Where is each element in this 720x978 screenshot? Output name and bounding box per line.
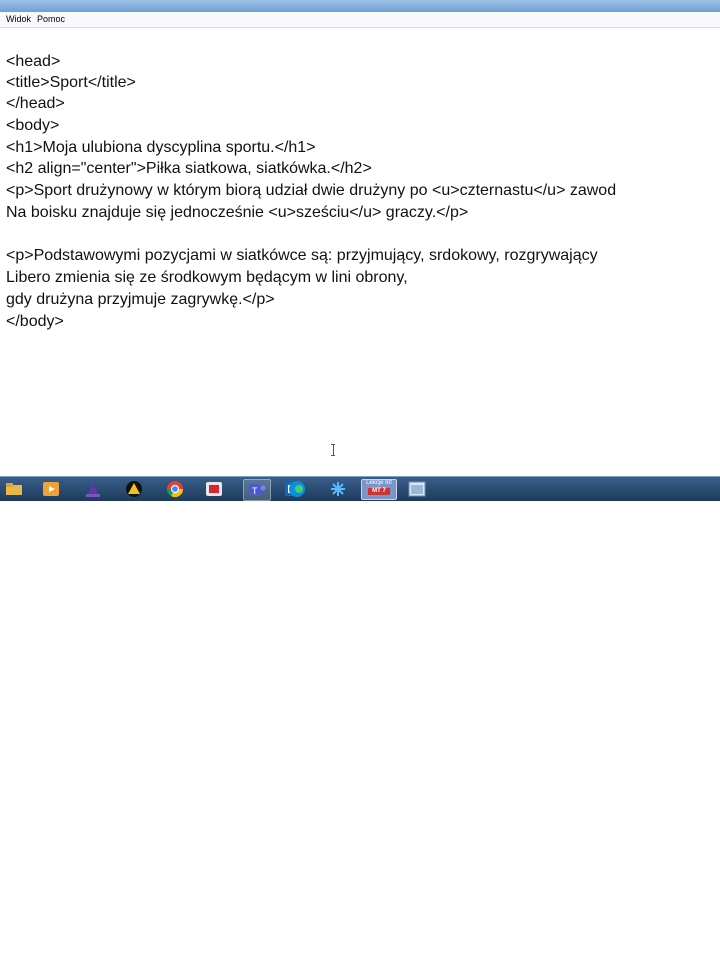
editor-line: </head> [6, 95, 65, 112]
teams-icon[interactable]: T [243, 479, 271, 501]
media-app-icon[interactable] [201, 479, 227, 499]
taskbar-badge[interactable]: Lekcje Inf MT 7 [361, 479, 397, 500]
editor-line: <body> [6, 117, 60, 134]
editor-line: <p>Sport drużynowy w którym biorą udział… [6, 182, 617, 199]
wizard-icon[interactable] [80, 479, 106, 499]
taskbar: T [0, 476, 720, 969]
window-title-bar[interactable] [0, 0, 720, 12]
editor-line: gdy drużyna przyjmuje zagrywkę.</p> [6, 291, 275, 308]
editor-line: <h2 align="center">Piłka siatkowa, siatk… [6, 160, 372, 177]
editor-line: Na boisku znajduje się jednocześnie <u>s… [6, 204, 469, 221]
chrome-icon[interactable] [162, 479, 188, 499]
warning-triangle-icon[interactable] [121, 479, 147, 499]
edge-icon[interactable] [284, 479, 310, 499]
file-explorer-icon[interactable] [1, 479, 27, 499]
menu-item-pomoc[interactable]: Pomoc [37, 14, 65, 24]
editor-line: <title>Sport</title> [6, 74, 136, 91]
svg-text:T: T [252, 486, 258, 496]
editor-line: <p>Podstawowymi pozycjami w siatkówce są… [6, 247, 598, 264]
badge-label: Lekcje Inf [366, 480, 392, 486]
system-tray[interactable] [688, 957, 718, 973]
media-player-icon[interactable] [38, 479, 64, 499]
editor-line: Libero zmienia się ze środkowym będącym … [6, 269, 408, 286]
editor-line: <h1>Moja ulubiona dyscyplina sportu.</h1… [6, 139, 316, 156]
menu-bar: Widok Pomoc [0, 12, 720, 28]
menu-item-widok[interactable]: Widok [6, 14, 31, 24]
app-window-icon[interactable] [404, 479, 430, 499]
editor-line: <head> [6, 53, 61, 70]
badge-number: MT 7 [368, 488, 390, 495]
editor-line: </body> [6, 313, 64, 330]
ibeam-cursor-icon [331, 444, 335, 456]
snowflake-icon[interactable] [325, 479, 351, 499]
text-editor-area[interactable]: <head> <title>Sport</title> </head> <bod… [0, 28, 720, 476]
